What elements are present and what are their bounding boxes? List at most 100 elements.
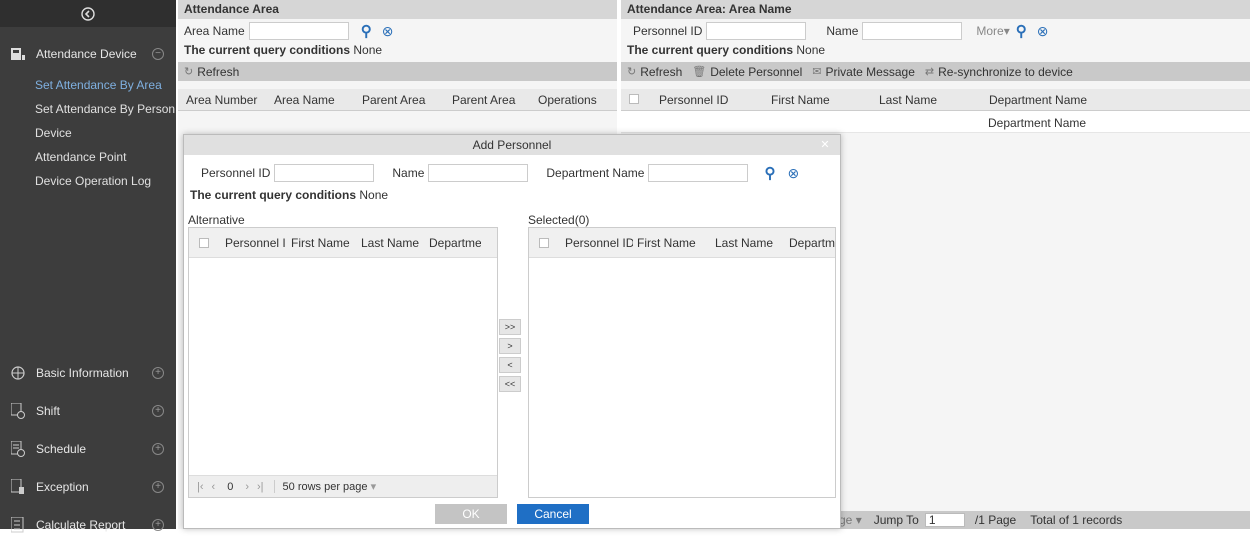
- jump-to-input[interactable]: 1: [924, 513, 965, 527]
- panel-title: Attendance Area: [178, 0, 617, 19]
- move-right-button[interactable]: >: [499, 338, 521, 354]
- alternative-pager: |‹ ‹ 0 › ›| 50 rows per page ▾: [189, 475, 497, 497]
- next-page-icon[interactable]: ›: [245, 481, 249, 493]
- delete-personnel-button[interactable]: 🗑 Delete Personnel: [692, 65, 802, 79]
- personnel-id-input[interactable]: [706, 22, 807, 40]
- move-left-button[interactable]: <: [499, 357, 521, 373]
- search-icon[interactable]: ⚲: [764, 164, 775, 182]
- sidebar-item-device[interactable]: Device: [0, 121, 176, 145]
- clear-icon[interactable]: ⊗: [382, 23, 394, 40]
- move-all-right-button[interactable]: >>: [499, 319, 521, 335]
- col-parent-area[interactable]: Parent Area: [354, 93, 444, 107]
- col-personnel-id[interactable]: Personnel ID: [559, 236, 633, 250]
- name-input[interactable]: [428, 164, 529, 182]
- sidebar-item-set-attendance-by-person[interactable]: Set Attendance By Person: [0, 97, 176, 121]
- private-message-button[interactable]: ✉ Private Message: [812, 65, 915, 79]
- expand-icon[interactable]: +: [152, 481, 164, 493]
- col-area-name[interactable]: Area Name: [266, 93, 354, 107]
- col-last-name[interactable]: Last Name: [351, 236, 419, 250]
- area-table-header: Area Number Area Name Parent Area Parent…: [178, 89, 617, 111]
- row-department: Department Name: [988, 116, 1087, 130]
- col-parent-area-2[interactable]: Parent Area: [444, 93, 530, 107]
- col-first-name[interactable]: First Name: [633, 236, 705, 250]
- sidebar-group-attendance-device[interactable]: Attendance Device −: [0, 35, 176, 73]
- sidebar-group-schedule[interactable]: Schedule +: [0, 430, 176, 468]
- sidebar-item-set-attendance-by-area[interactable]: Set Attendance By Area: [0, 73, 176, 97]
- col-last-name[interactable]: Last Name: [705, 236, 781, 250]
- sidebar-group-shift[interactable]: Shift +: [0, 392, 176, 430]
- first-page-icon[interactable]: |‹: [197, 481, 204, 493]
- ok-button[interactable]: OK: [435, 504, 507, 524]
- expand-icon[interactable]: +: [152, 443, 164, 455]
- refresh-button[interactable]: ↻ Refresh: [184, 65, 239, 79]
- department-label: Department Name: [546, 166, 645, 180]
- select-all-checkbox[interactable]: [539, 237, 549, 248]
- name-label: Name: [392, 166, 425, 180]
- clear-icon[interactable]: ⊗: [1037, 23, 1049, 40]
- cancel-button[interactable]: Cancel: [517, 504, 589, 524]
- add-personnel-dialog: Add Personnel ✕ Personnel ID Name Depart…: [183, 134, 841, 529]
- sidebar-group-label: Basic Information: [36, 366, 129, 380]
- col-first-name[interactable]: First Name: [763, 93, 871, 107]
- collapse-sidebar-icon[interactable]: [0, 0, 176, 27]
- col-department-name[interactable]: Department Name: [981, 93, 1131, 107]
- shift-icon: [10, 403, 26, 419]
- col-personnel-id[interactable]: Personnel ID: [651, 93, 763, 107]
- refresh-icon: ↻: [184, 66, 194, 78]
- search-icon[interactable]: ⚲: [1016, 22, 1027, 40]
- area-name-input[interactable]: [248, 22, 349, 40]
- col-department[interactable]: Departme: [781, 236, 835, 250]
- sidebar-group-calculate-report[interactable]: Calculate Report +: [0, 506, 176, 544]
- personnel-table-header: Personnel ID First Name Last Name Depart…: [621, 89, 1250, 111]
- sidebar-group-label: Exception: [36, 480, 89, 494]
- collapse-icon[interactable]: −: [152, 48, 164, 60]
- table-row[interactable]: Department Name: [621, 111, 1250, 133]
- sidebar-item-device-operation-log[interactable]: Device Operation Log: [0, 169, 176, 193]
- clear-icon[interactable]: ⊗: [787, 165, 799, 182]
- col-personnel-id[interactable]: Personnel ID: [219, 236, 285, 250]
- sidebar-group-label: Attendance Device: [36, 47, 137, 61]
- dialog-title: Add Personnel: [472, 138, 552, 152]
- dialog-title-bar: Add Personnel ✕: [184, 135, 840, 155]
- jump-to-label: Jump To: [873, 513, 919, 527]
- attendance-device-icon: [10, 46, 26, 62]
- sidebar-group-basic-information[interactable]: Basic Information +: [0, 354, 176, 392]
- refresh-icon: ↻: [627, 66, 637, 78]
- rows-per-page-select[interactable]: 50 rows per page ▾: [273, 480, 376, 493]
- close-icon[interactable]: ✕: [818, 138, 832, 152]
- department-input[interactable]: [648, 164, 749, 182]
- more-dropdown[interactable]: More▾: [976, 24, 1009, 38]
- refresh-button[interactable]: ↻ Refresh: [627, 65, 682, 79]
- move-all-left-button[interactable]: <<: [499, 376, 521, 392]
- selected-grid: Personnel ID First Name Last Name Depart…: [528, 227, 836, 498]
- select-all-checkbox[interactable]: [629, 93, 639, 104]
- expand-icon[interactable]: +: [152, 405, 164, 417]
- query-conditions: The current query conditions None: [178, 41, 617, 60]
- expand-icon[interactable]: +: [152, 367, 164, 379]
- resync-button[interactable]: ⇄ Re-synchronize to device: [925, 65, 1073, 79]
- personnel-id-input[interactable]: [274, 164, 375, 182]
- sidebar-item-attendance-point[interactable]: Attendance Point: [0, 145, 176, 169]
- globe-icon: [10, 365, 26, 381]
- area-name-label: Area Name: [184, 24, 245, 38]
- alternative-label: Alternative: [188, 213, 245, 227]
- alternative-grid: Personnel ID First Name Last Name Depart…: [188, 227, 498, 498]
- search-icon[interactable]: ⚲: [361, 22, 372, 40]
- name-input[interactable]: [862, 22, 963, 40]
- col-first-name[interactable]: First Name: [285, 236, 351, 250]
- prev-page-icon[interactable]: ‹: [212, 481, 216, 493]
- col-last-name[interactable]: Last Name: [871, 93, 981, 107]
- sidebar-group-exception[interactable]: Exception +: [0, 468, 176, 506]
- report-icon: [10, 517, 26, 533]
- personnel-id-label: Personnel ID: [201, 166, 271, 180]
- alternative-grid-header: Personnel ID First Name Last Name Depart…: [189, 228, 497, 258]
- sidebar-group-label: Calculate Report: [36, 518, 126, 532]
- trash-icon: 🗑: [692, 66, 707, 78]
- select-all-checkbox[interactable]: [199, 237, 209, 248]
- col-department[interactable]: Departme: [419, 236, 481, 250]
- query-conditions: The current query conditions None: [190, 188, 389, 202]
- last-page-icon[interactable]: ›|: [257, 481, 264, 493]
- page-size-fragment[interactable]: ge ▾: [839, 513, 862, 527]
- col-area-number[interactable]: Area Number: [178, 93, 266, 107]
- expand-icon[interactable]: +: [152, 519, 164, 531]
